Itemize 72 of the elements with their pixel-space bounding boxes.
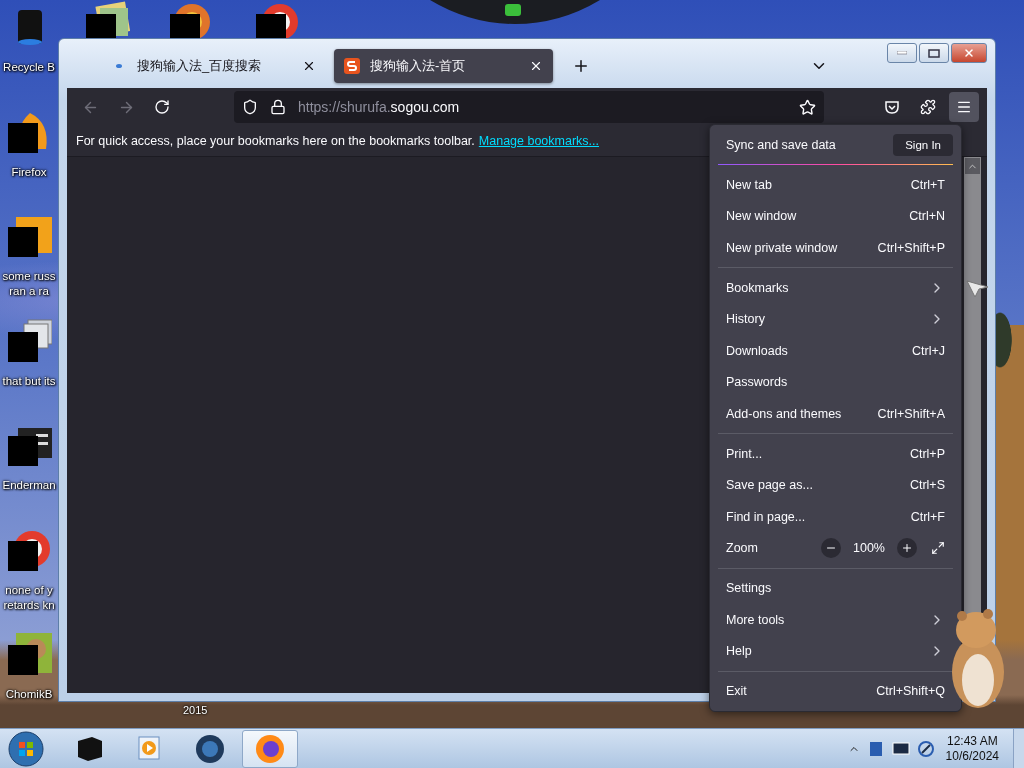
shortcut-label: Ctrl+Shift+A xyxy=(877,406,945,421)
bookmark-star-icon[interactable] xyxy=(799,98,816,116)
manage-bookmarks-link[interactable]: Manage bookmarks... xyxy=(478,134,599,148)
menu-item[interactable]: Exit Ctrl+Shift+Q xyxy=(718,675,953,708)
menu-item[interactable]: Downloads Ctrl+J xyxy=(718,335,953,367)
desktop-icon-label: Enderman xyxy=(2,478,56,493)
sync-label: Sync and save data xyxy=(726,137,836,152)
taskbar-button[interactable] xyxy=(242,729,298,768)
minimize-icon xyxy=(897,51,907,55)
reload-icon xyxy=(154,99,170,115)
shortcut-label: Ctrl+N xyxy=(909,209,945,224)
plus-icon xyxy=(901,541,913,554)
favicon-icon xyxy=(344,58,360,74)
address-bar[interactable]: https://shurufa.sogou.com xyxy=(234,91,824,123)
close-button[interactable] xyxy=(951,43,987,63)
shield-icon[interactable] xyxy=(242,99,258,115)
loading-dot-icon xyxy=(116,64,122,68)
shortcut-label: Ctrl+F xyxy=(910,509,945,524)
menu-item[interactable]: History xyxy=(718,303,953,336)
browser-tab[interactable]: 搜狗输入法-首页 xyxy=(334,49,553,83)
desktop-icon-label: ChomikB xyxy=(5,687,53,702)
shortcut-label: Ctrl+S xyxy=(909,478,945,493)
browser-tab[interactable]: 搜狗输入法_百度搜索 xyxy=(101,49,326,83)
menu-item[interactable]: Settings xyxy=(718,572,953,604)
desktop-icon-label: Firefox xyxy=(11,164,47,180)
menu-item[interactable]: Save page as... Ctrl+S xyxy=(718,469,953,501)
puzzle-icon xyxy=(920,99,936,115)
network-icon[interactable] xyxy=(917,740,934,757)
menu-item[interactable]: Help xyxy=(718,635,953,667)
desktop-icon-label: Recycle B xyxy=(3,60,55,75)
zoom-value: 100% xyxy=(853,540,885,555)
shortcut-label: Ctrl+P xyxy=(909,446,945,461)
new-tab-icon[interactable] xyxy=(572,57,590,75)
desktop-icon-label: 2015 xyxy=(183,704,208,716)
menu-button[interactable] xyxy=(949,92,979,122)
close-icon xyxy=(963,47,975,59)
menu-item[interactable]: New private window Ctrl+Shift+P xyxy=(718,232,953,264)
desktop-shortcut-icon[interactable] xyxy=(6,317,52,364)
desktop-icon-label: none of y retards kn xyxy=(3,582,55,613)
zoom-in-button[interactable] xyxy=(897,537,917,558)
sign-in-button[interactable]: Sign In xyxy=(893,133,953,156)
menu-item[interactable]: Print... Ctrl+P xyxy=(718,438,953,470)
shortcut-label: Ctrl+Shift+P xyxy=(877,240,945,255)
zoom-out-button[interactable] xyxy=(821,537,841,558)
close-tab-icon[interactable] xyxy=(529,59,543,73)
pocket-icon xyxy=(884,99,900,115)
menu-item[interactable]: Add-ons and themes Ctrl+Shift+A xyxy=(718,397,953,430)
shortcut-label: Ctrl+T xyxy=(910,178,945,192)
menu-item[interactable]: New window Ctrl+N xyxy=(718,200,953,233)
fullscreen-icon[interactable] xyxy=(931,540,945,555)
menu-icon xyxy=(956,99,972,115)
tray-app-icon[interactable] xyxy=(867,739,884,758)
lock-icon[interactable] xyxy=(270,99,286,115)
close-tab-icon[interactable] xyxy=(302,59,316,73)
menu-item[interactable]: Bookmarks xyxy=(718,272,953,304)
menu-item[interactable]: Passwords xyxy=(718,366,953,398)
maximize-icon xyxy=(928,48,940,58)
maximize-button[interactable] xyxy=(919,43,949,63)
menu-item[interactable]: Zoom 100% xyxy=(718,532,953,564)
desktop-icon-label: that but its xyxy=(2,373,56,389)
start-button[interactable] xyxy=(6,729,46,768)
menu-item[interactable]: New tab Ctrl+T xyxy=(718,169,953,201)
desktop-shortcut-icon[interactable] xyxy=(6,631,52,677)
shortcut-label: Ctrl+Shift+Q xyxy=(876,684,945,699)
menu-item[interactable]: Find in page... Ctrl+F xyxy=(718,500,953,533)
clock[interactable]: 12:43 AM 10/6/2024 xyxy=(945,733,999,764)
minimize-button[interactable] xyxy=(887,43,917,63)
bookmarks-toolbar-hint: For quick access, place your bookmarks here on the bookmarks toolbar. Manage bookmarks... xyxy=(76,134,599,148)
shortcut-label: Ctrl+J xyxy=(912,343,945,358)
menu-item[interactable]: More tools xyxy=(718,603,953,636)
monitor-icon[interactable] xyxy=(891,740,910,757)
desktop-icon-label: some russ ran a ra xyxy=(2,269,56,299)
